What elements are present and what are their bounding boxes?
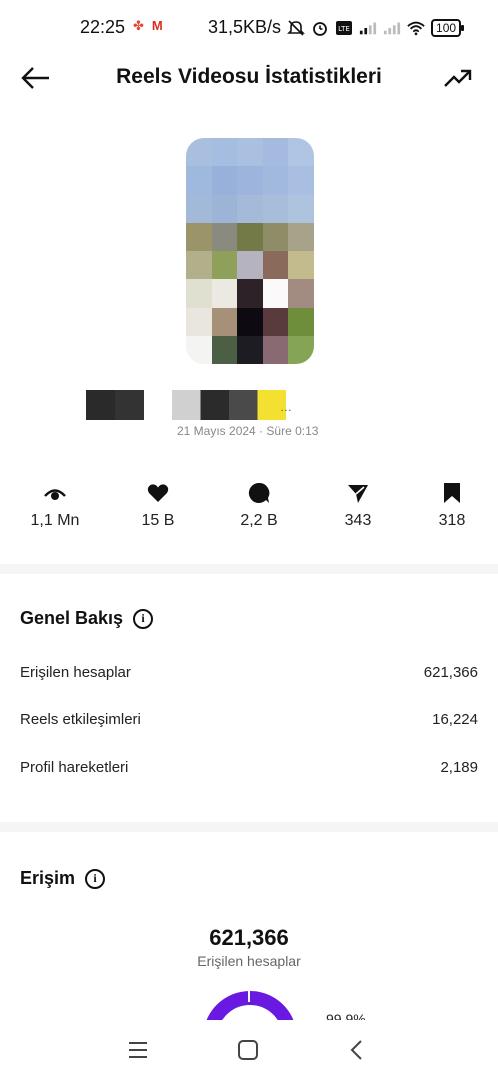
share-icon [348, 485, 368, 503]
row-value: 621,366 [423, 664, 478, 681]
blurred-username [86, 390, 144, 420]
back-icon[interactable] [345, 1038, 369, 1062]
status-right: 31,5KB/s LTE 100 [208, 17, 465, 38]
stat-views-value: 1,1 Mn [30, 512, 80, 529]
reach-title: Erişim [20, 868, 76, 888]
status-bar: 22:25 ✤ M 31,5KB/s LTE 100 [0, 0, 498, 56]
section-divider [0, 822, 498, 832]
stat-likes: 15 B [108, 480, 208, 530]
row-label: Profil hareketleri [20, 759, 129, 776]
stats-row: 1,1 Mn 15 B 2,2 B 343 318 [0, 480, 498, 540]
overview-row-reels-engagement[interactable]: Reels etkileşimleri 16,224 [20, 711, 478, 728]
mute-icon [287, 19, 305, 36]
comment-icon [248, 482, 270, 503]
pinwheel-icon: ✤ [133, 18, 144, 33]
stat-comments-value: 2,2 B [240, 512, 278, 529]
row-label: Reels etkileşimleri [20, 711, 141, 728]
stat-likes-value: 15 B [141, 512, 175, 529]
battery-icon: 100 [431, 18, 465, 37]
post-date-duration: 21 Mayıs 2024 · Süre 0:13 [177, 424, 319, 438]
status-time: 22:25 [80, 17, 126, 37]
overview-row-accounts-reached[interactable]: Erişilen hesaplar 621,366 [20, 664, 478, 681]
network-speed: 31,5KB/s [208, 17, 282, 37]
signal-2-icon [383, 22, 401, 34]
system-nav-bar [0, 1020, 498, 1080]
row-value: 2,189 [440, 759, 478, 776]
reel-thumbnail[interactable] [186, 138, 314, 364]
post-meta: … [0, 390, 498, 450]
stat-comments: 2,2 B [209, 480, 309, 530]
signal-icon [359, 22, 377, 34]
menu-icon[interactable] [126, 1038, 150, 1062]
overview-heading: Genel Bakış i [20, 608, 154, 629]
home-icon[interactable] [236, 1038, 260, 1062]
svg-text:LTE: LTE [338, 25, 350, 33]
trending-icon[interactable] [442, 64, 474, 92]
info-icon[interactable]: i [133, 608, 154, 629]
notification-icons: ✤ M [133, 18, 163, 34]
stat-shares-value: 343 [344, 512, 372, 529]
page-title: Reels Videosu İstatistikleri [116, 65, 382, 88]
audio-ellipsis: … [280, 400, 292, 414]
stat-views: 1,1 Mn [5, 480, 105, 530]
top-header: Reels Videosu İstatistikleri [0, 56, 498, 100]
wifi-icon [407, 21, 425, 35]
overview-title: Genel Bakış [20, 608, 124, 628]
eye-icon [44, 489, 66, 500]
stat-saves: 318 [402, 480, 498, 530]
reach-heading: Erişim i [20, 868, 106, 889]
heart-icon [147, 484, 169, 502]
info-icon[interactable]: i [85, 868, 106, 889]
stat-shares: 343 [308, 480, 408, 530]
stat-saves-value: 318 [438, 512, 466, 529]
reach-value: 621,366 [209, 925, 289, 950]
section-divider [0, 564, 498, 574]
volte-icon: LTE [336, 20, 353, 35]
blurred-audio [172, 390, 286, 420]
bookmark-icon [444, 483, 460, 503]
alarm-icon [313, 21, 327, 36]
reach-label: Erişilen hesaplar [197, 953, 301, 969]
gmail-icon: M [151, 18, 163, 33]
row-value: 16,224 [432, 711, 478, 728]
row-label: Erişilen hesaplar [20, 664, 131, 681]
overview-row-profile-activity[interactable]: Profil hareketleri 2,189 [20, 759, 478, 776]
